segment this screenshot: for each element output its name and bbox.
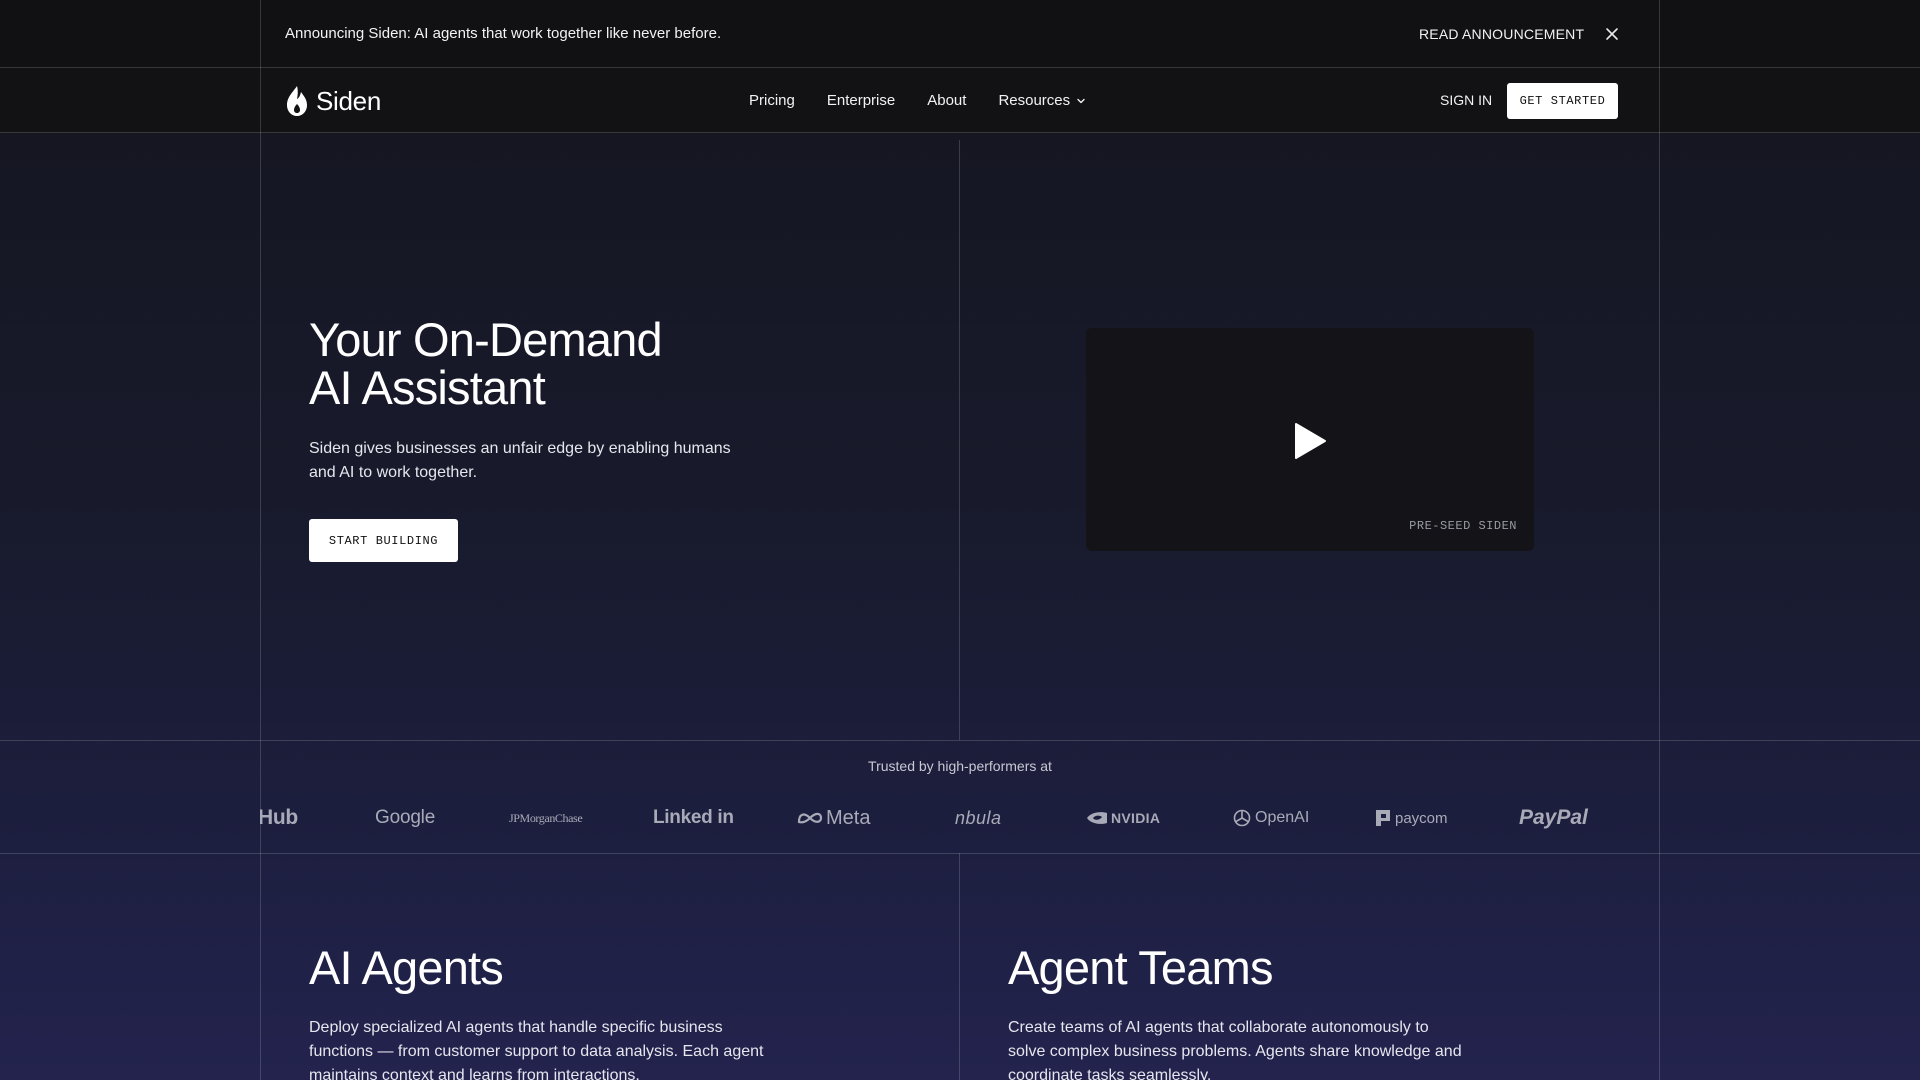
hero-title-line-2: AI Assistant [309, 361, 546, 414]
logo-paycom-text: paycom [1395, 809, 1448, 827]
chevron-down-icon [1077, 98, 1085, 103]
logo-paypal: PayPal [1519, 796, 1588, 840]
feature-title-agent-teams: Agent Teams [1008, 941, 1273, 994]
logo-jpmorgan: JPMorganChase [509, 796, 583, 840]
nav-link-enterprise[interactable]: Enterprise [827, 92, 895, 109]
logo-meta: Meta [797, 796, 870, 840]
read-announcement-link[interactable]: READ ANNOUNCEMENT [1419, 0, 1584, 68]
brand-logo[interactable]: Siden [284, 85, 381, 117]
nav-link-pricing[interactable]: Pricing [749, 92, 795, 109]
feature-desc-agent-teams: Create teams of AI agents that collabora… [1008, 1019, 1462, 1080]
logo-carousel: Hub Google JPMorganChase Linked in Meta … [260, 796, 1660, 840]
feature-desc-ai-agents: Deploy specialized AI agents that handle… [309, 1019, 764, 1080]
close-icon[interactable] [1602, 24, 1622, 44]
nvidia-eye-icon [1087, 812, 1107, 824]
nav-divider-bottom [0, 132, 1920, 133]
brand-name: Siden [316, 85, 381, 116]
logo-linkedin: Linked in [653, 796, 734, 840]
trusted-by-label: Trusted by high-performers at [868, 758, 1052, 774]
logo-paycom: paycom [1375, 796, 1448, 840]
paycom-square-icon [1376, 810, 1390, 826]
logo-hubspot-text: Hub [260, 806, 298, 829]
logo-linkedin-text: Linked in [653, 807, 734, 828]
meta-infinity-icon [797, 812, 823, 824]
announcement-text: Announcing Siden: AI agents that work to… [285, 25, 722, 42]
start-building-button[interactable]: START BUILDING [309, 519, 458, 562]
logo-nebula-text: nbula [955, 807, 1002, 828]
logo-openai-text: OpenAI [1255, 809, 1310, 826]
nav-link-resources-label: Resources [998, 92, 1071, 109]
logo-openai: OpenAI [1232, 796, 1309, 840]
nav-link-about[interactable]: About [927, 92, 966, 109]
logo-nebula: nbula [955, 796, 1002, 840]
nav-link-resources[interactable]: Resources [998, 92, 1086, 109]
divider-hero-bottom [0, 740, 1920, 741]
grid-line-center-hero [959, 140, 960, 740]
video-player[interactable]: PRE-SEED SIDEN [1086, 328, 1534, 551]
nav-divider-left [260, 68, 261, 133]
logo-google: Google [375, 796, 435, 840]
hero-title-line-1: Your On-Demand [309, 313, 663, 366]
video-caption: PRE-SEED SIDEN [1409, 519, 1517, 533]
logo-google-text: Google [375, 807, 436, 828]
hero-subtitle: Siden gives businesses an unfair edge by… [309, 440, 731, 481]
feature-title-ai-agents: AI Agents [309, 941, 504, 994]
nav-divider-right [1659, 68, 1660, 133]
logo-nvidia: NVIDIA [1086, 796, 1160, 840]
flame-logo-icon [287, 86, 307, 116]
hero-title: Your On-Demand AI Assistant [309, 316, 869, 412]
main-nav: Siden Pricing Enterprise About Resources… [0, 68, 1920, 133]
announce-divider-right [1659, 0, 1660, 68]
grid-line-right [1659, 0, 1660, 1080]
announcement-bar: Announcing Siden: AI agents that work to… [0, 0, 1920, 68]
openai-knot-icon [1233, 809, 1251, 827]
grid-line-center-features [959, 853, 960, 1080]
logo-meta-text: Meta [826, 806, 871, 829]
logo-nvidia-text: NVIDIA [1111, 810, 1161, 826]
nav-links: Pricing Enterprise About Resources [749, 68, 1118, 133]
logo-hubspot: Hub [260, 796, 298, 840]
logo-jpmorgan-text: JPMorganChase [509, 810, 583, 825]
play-icon[interactable] [1292, 421, 1328, 461]
grid-line-left [260, 0, 261, 1080]
get-started-button[interactable]: GET STARTED [1507, 83, 1618, 119]
announce-divider-left [260, 0, 261, 68]
logo-paypal-text: PayPal [1519, 806, 1588, 829]
divider-logos-bottom [0, 853, 1920, 854]
sign-in-link[interactable]: SIGN IN [1440, 68, 1492, 133]
